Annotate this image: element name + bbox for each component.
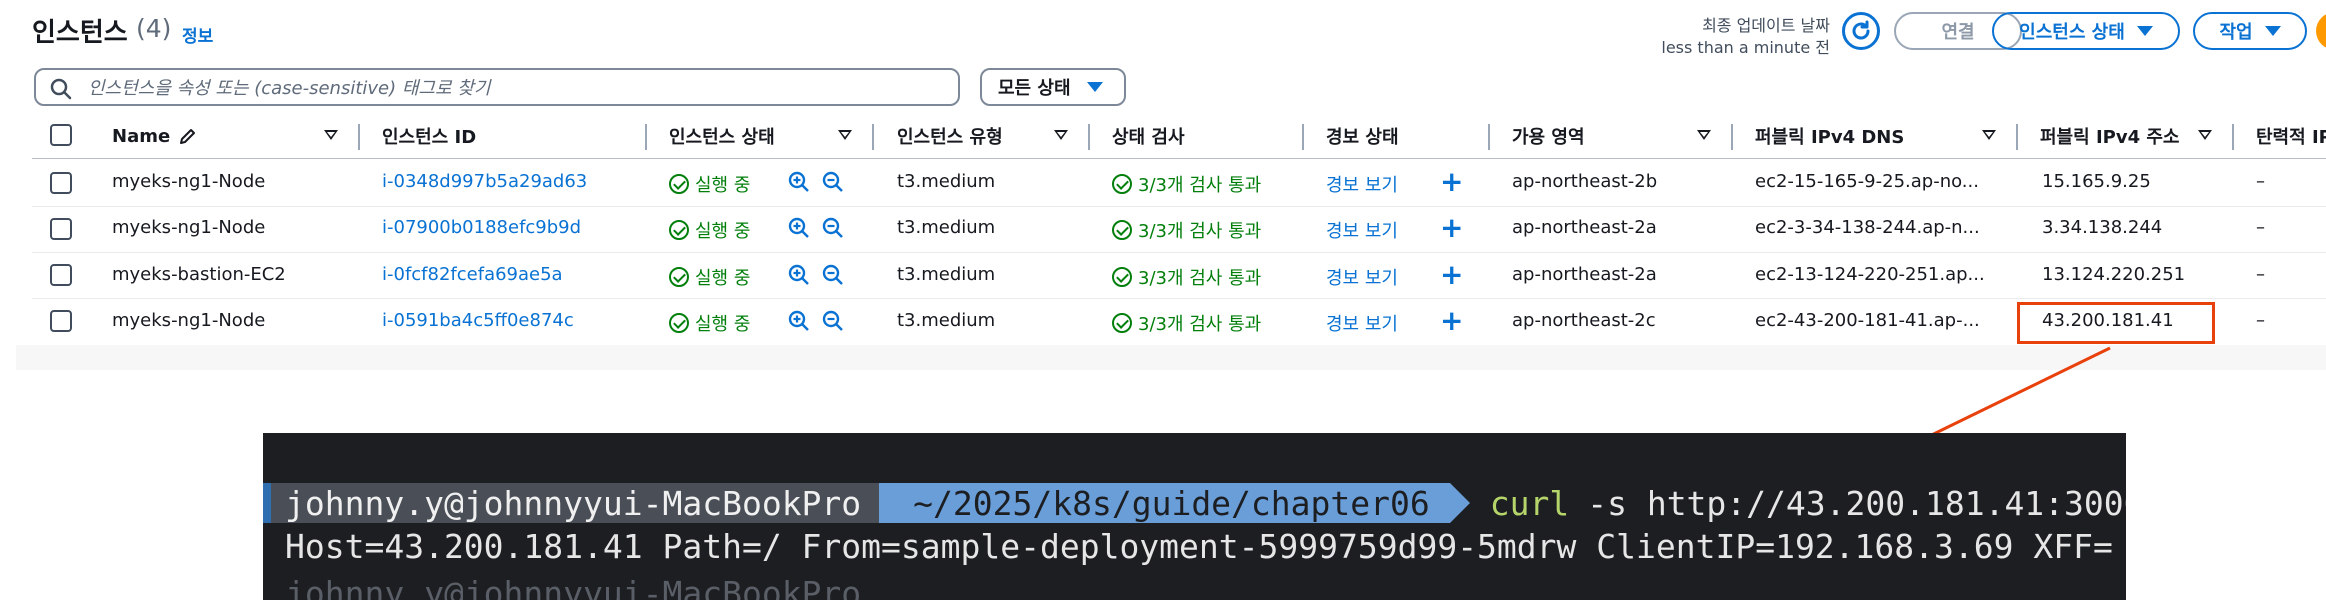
next-prompt-user-host: johnny.y@johnnyyui-MacBookPro xyxy=(285,574,862,600)
terminal-output-line: Host=43.200.181.41 Path=/ From=sample-de… xyxy=(285,526,2113,566)
prompt-user-host: johnny.y@johnnyyui-MacBookPro xyxy=(263,483,900,523)
command-args: -s http://43.200.181.41:30000 xyxy=(1587,483,2126,523)
terminal-next-prompt: johnny.y@johnnyyui-MacBookPro xyxy=(285,574,861,600)
prompt-path: ~/2025/k8s/guide/chapter06 xyxy=(879,483,1470,523)
terminal-command-line: johnny.y@johnnyyui-MacBookPro ~/2025/k8s… xyxy=(263,483,2126,523)
terminal-window: johnny.y@johnnyyui-MacBookPro ~/2025/k8s… xyxy=(263,433,2126,600)
prompt-marker xyxy=(263,483,271,523)
command-name: curl xyxy=(1489,483,1570,523)
